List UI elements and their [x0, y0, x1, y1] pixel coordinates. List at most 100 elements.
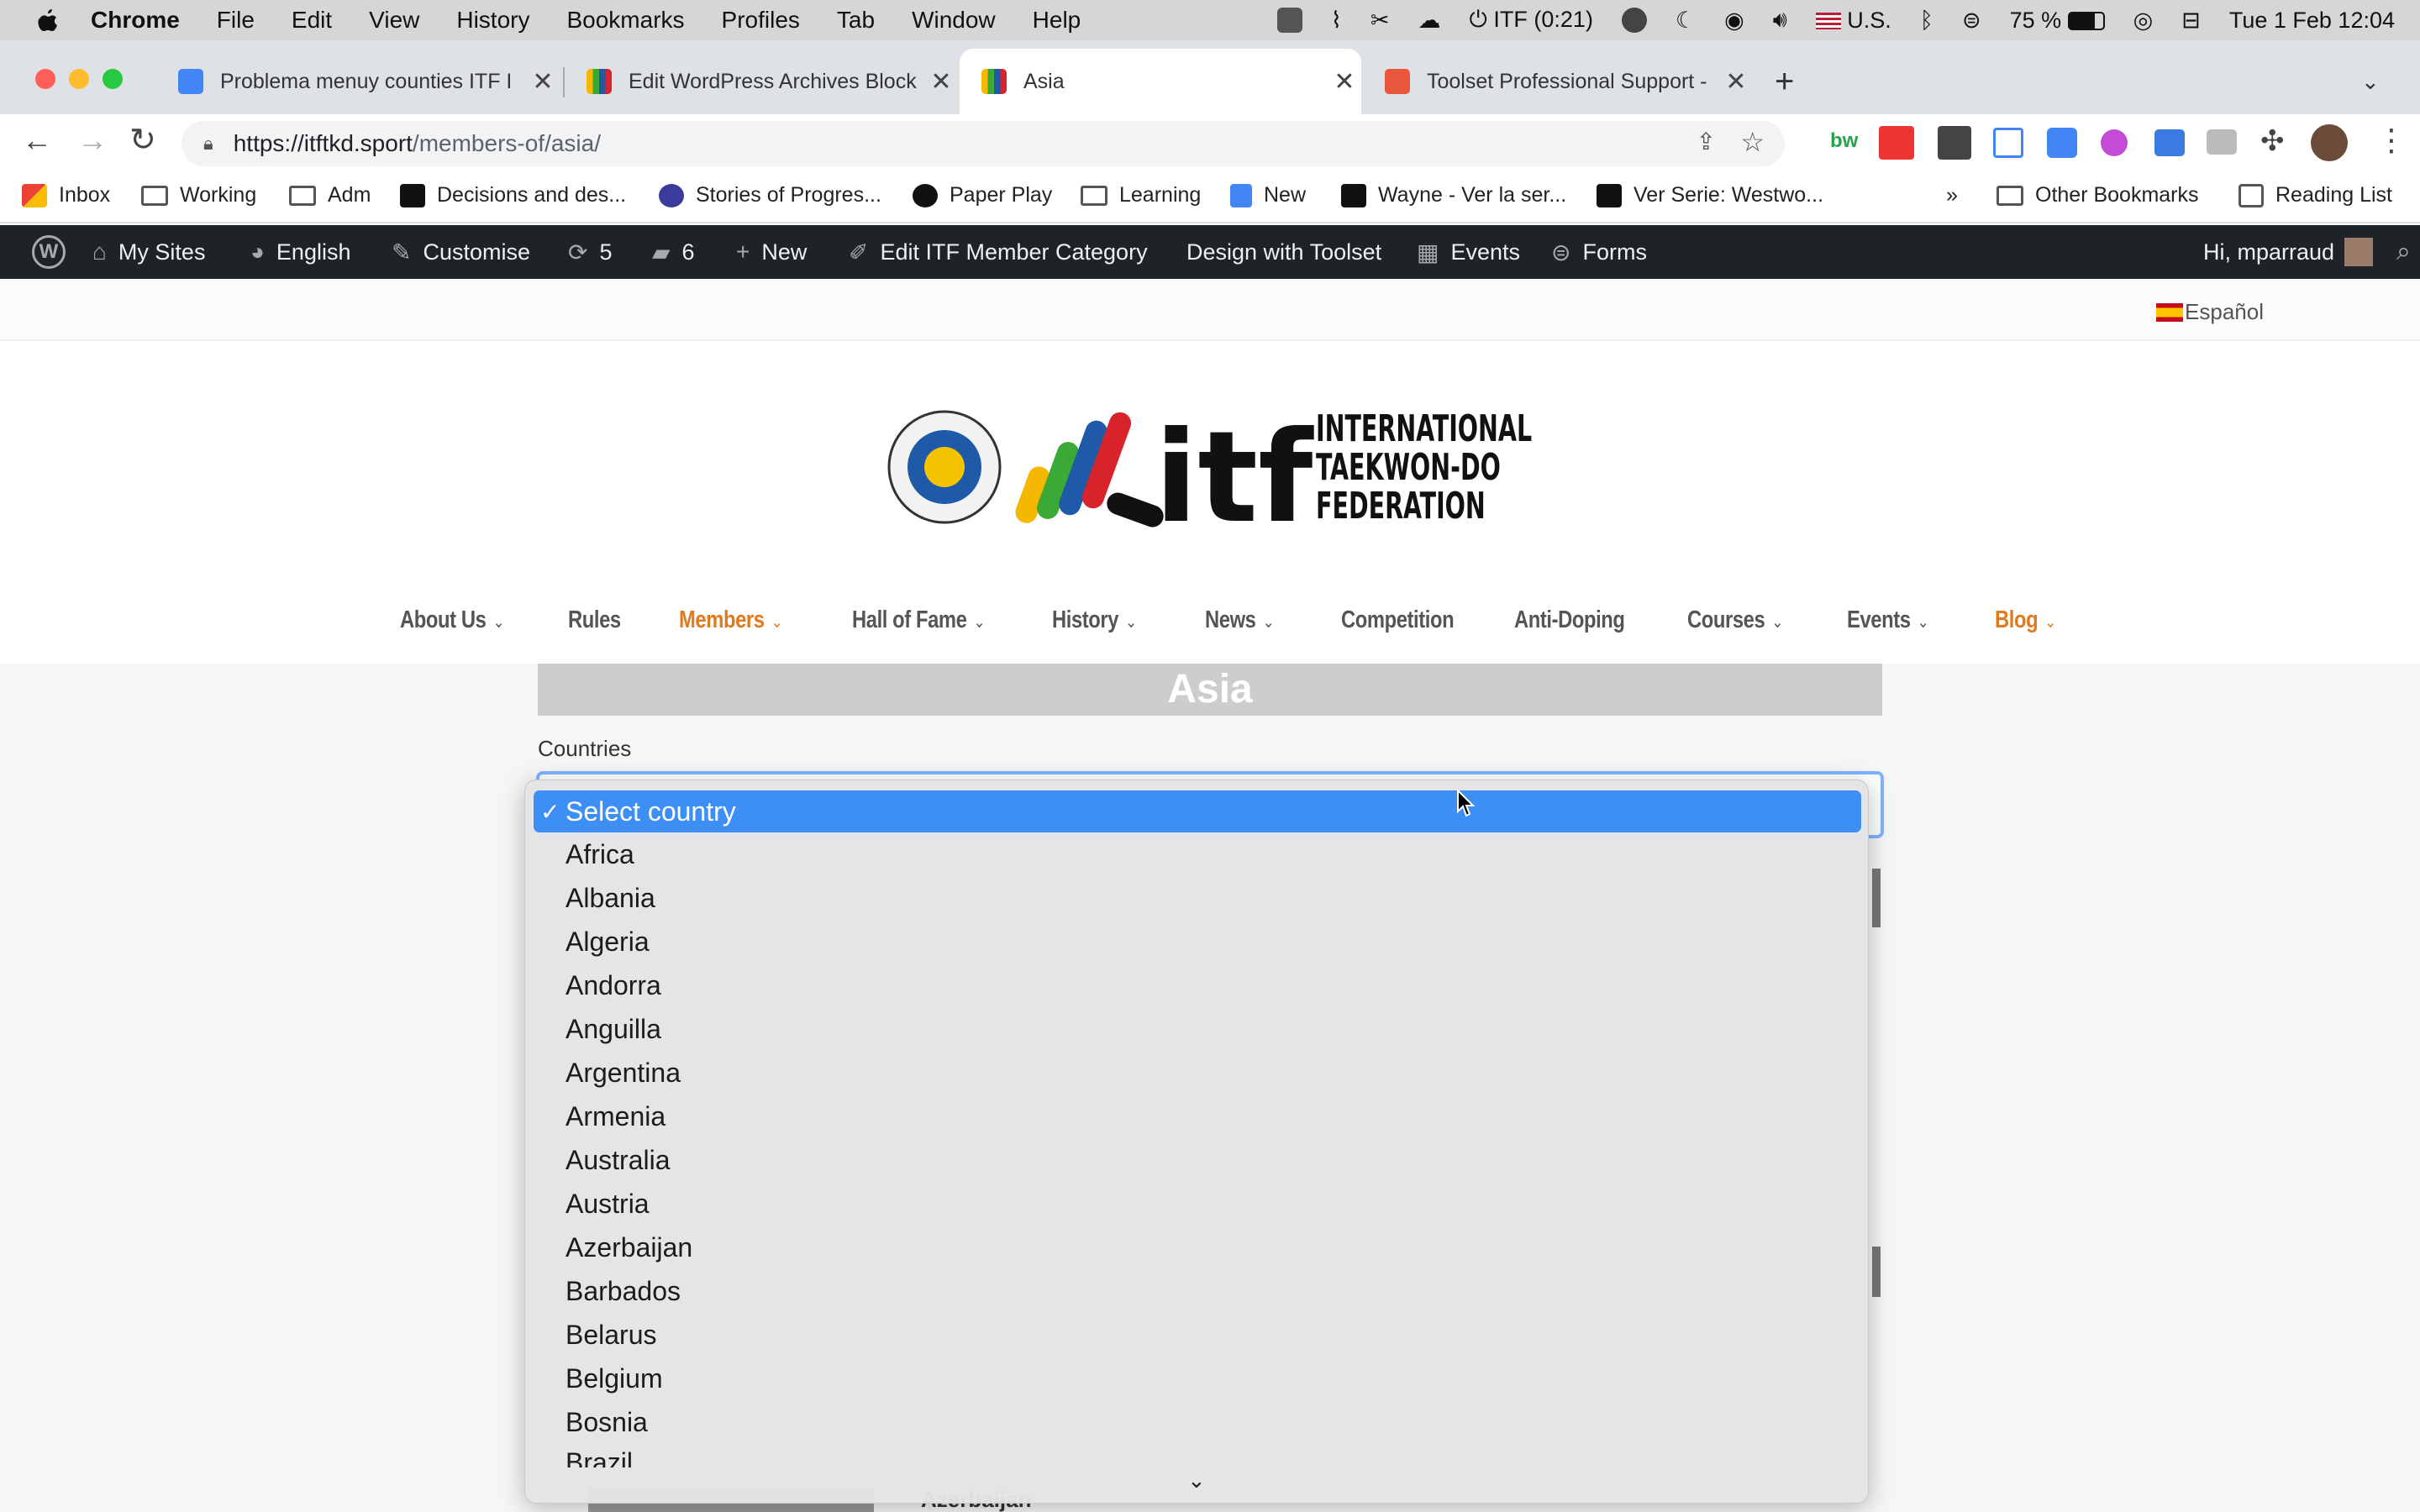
timer-status[interactable]: ⏻ ITF (0:21) [1470, 7, 1593, 34]
bookmark-new[interactable]: New [1230, 183, 1306, 207]
search-icon[interactable]: ⌕ [2396, 225, 2411, 279]
forward-arrow-icon[interactable]: → [77, 123, 108, 158]
clock[interactable]: Tue 1 Feb 12:04 [2229, 8, 2395, 34]
bw-extension-icon[interactable]: bw [1830, 129, 1858, 153]
bookmark-ver-serie[interactable]: Ver Serie: Westwo... [1597, 183, 1823, 207]
app-status-icon[interactable] [1621, 8, 1647, 33]
my-sites-menu[interactable]: ⌂ My Sites [92, 225, 205, 279]
calendar-extension-icon[interactable] [1993, 128, 2023, 158]
nav-hall-of-fame[interactable]: Hall of Fame ⌄ [852, 606, 985, 634]
nav-competition[interactable]: Competition [1341, 606, 1455, 634]
nav-members[interactable]: Members ⌄ [679, 606, 782, 634]
lock-icon[interactable]: 🔒︎ [203, 133, 213, 155]
option-andorra[interactable]: Andorra [566, 970, 661, 1001]
bookmark-stories[interactable]: Stories of Progres... [659, 183, 881, 207]
address-bar[interactable]: 🔒︎ https://itftkd.sport/members-of/asia/… [182, 121, 1785, 166]
bookmarks-overflow-button[interactable]: » [1946, 183, 1958, 207]
new-tab-button[interactable]: + [1775, 49, 1825, 114]
scissors-icon[interactable]: ✂ [1370, 8, 1390, 34]
menu-tab[interactable]: Tab [837, 7, 875, 34]
nav-courses[interactable]: Courses ⌄ [1687, 606, 1783, 634]
menu-profiles[interactable]: Profiles [722, 7, 800, 34]
reload-icon[interactable]: ↻ [129, 121, 156, 159]
languagetool-extension-icon[interactable] [1879, 126, 1914, 160]
option-armenia[interactable]: Armenia [566, 1101, 666, 1132]
tab-toolset-support[interactable]: Toolset Professional Support - ✕ [1363, 49, 1753, 114]
bookmark-decisions[interactable]: Decisions and des... [400, 183, 626, 207]
country-dropdown-list[interactable]: ✓ Select country Africa Albania Algeria … [524, 780, 1869, 1504]
camera-extension-icon[interactable] [2207, 129, 2237, 155]
bookmark-star-icon[interactable]: ☆ [1740, 126, 1765, 158]
minimize-window-button[interactable] [69, 69, 89, 89]
moon-icon[interactable]: ☾ [1676, 8, 1696, 34]
option-belgium[interactable]: Belgium [566, 1363, 663, 1394]
menu-window[interactable]: Window [912, 7, 996, 34]
new-content-menu[interactable]: + New [736, 225, 807, 279]
menu-edit[interactable]: Edit [292, 7, 332, 34]
edit-category-link[interactable]: ✐ Edit ITF Member Category [849, 225, 1148, 279]
close-tab-icon[interactable]: ✕ [526, 67, 560, 97]
option-select-country[interactable]: ✓ Select country [534, 790, 1861, 832]
menu-file[interactable]: File [217, 7, 255, 34]
nav-history[interactable]: History ⌄ [1052, 606, 1137, 634]
menu-bookmarks[interactable]: Bookmarks [566, 7, 684, 34]
bookmark-learning[interactable]: Learning [1081, 183, 1201, 207]
close-window-button[interactable] [35, 69, 55, 89]
bluetooth-icon[interactable]: ᛒ [1920, 8, 1933, 34]
extensions-puzzle-icon[interactable]: ✣ [2260, 124, 2285, 158]
control-center-icon[interactable]: ⊟ [2181, 8, 2201, 34]
input-source[interactable]: U.S. [1815, 8, 1891, 34]
timer-extension-icon[interactable] [2101, 129, 2128, 156]
paperclip-icon[interactable]: ⌇ [1331, 8, 1342, 34]
option-brazil[interactable]: Brazil [566, 1447, 633, 1467]
design-with-toolset-link[interactable]: Design with Toolset [1186, 225, 1381, 279]
site-logo[interactable]: itf INTERNATIONAL TAEKWON-DO FEDERATION [887, 405, 1532, 551]
option-algeria[interactable]: Algeria [566, 927, 650, 958]
tab-problema[interactable]: Problema menuy counties ITF I ✕ [156, 49, 560, 114]
tab-search-chevron-icon[interactable]: ⌄ [2361, 49, 2403, 114]
option-belarus[interactable]: Belarus [566, 1320, 657, 1351]
language-switcher[interactable]: Español [2156, 299, 2264, 325]
cloud-icon[interactable]: ☁ [1418, 8, 1441, 34]
option-azerbaijan[interactable]: Azerbaijan [566, 1232, 692, 1263]
forms-menu[interactable]: ⊜ Forms [1551, 225, 1647, 279]
zoom-window-button[interactable] [103, 69, 123, 89]
nav-blog[interactable]: Blog ⌄ [1995, 606, 2056, 634]
nav-anti-doping[interactable]: Anti-Doping [1514, 606, 1625, 634]
bookmark-working[interactable]: Working [141, 183, 256, 207]
menu-history[interactable]: History [456, 7, 529, 34]
scrollbar-thumb[interactable] [1872, 869, 1881, 927]
user-icon[interactable]: ◎ [2133, 8, 2154, 34]
option-anguilla[interactable]: Anguilla [566, 1014, 661, 1045]
menu-app-name[interactable]: Chrome [91, 7, 180, 34]
language-menu[interactable]: ◕ English [250, 225, 350, 279]
profile-avatar[interactable] [2311, 124, 2348, 161]
reading-list[interactable]: Reading List [2238, 183, 2392, 207]
option-australia[interactable]: Australia [566, 1145, 671, 1176]
drive-status-icon[interactable] [1276, 8, 1302, 33]
apple-icon[interactable] [37, 8, 59, 33]
close-tab-icon[interactable]: ✕ [1719, 67, 1753, 97]
volume-icon[interactable]: 🔊︎ [1773, 7, 1787, 34]
menu-view[interactable]: View [369, 7, 419, 34]
airdrop-icon[interactable]: ◉ [1724, 8, 1744, 34]
option-bosnia[interactable]: Bosnia [566, 1407, 648, 1438]
nav-about-us[interactable]: About Us ⌄ [400, 606, 504, 634]
option-barbados[interactable]: Barbados [566, 1276, 681, 1307]
bookmark-wayne[interactable]: Wayne - Ver la ser... [1341, 183, 1566, 207]
customise-link[interactable]: ✎ Customise [392, 225, 530, 279]
share-icon[interactable]: ⇪ [1697, 128, 1716, 155]
nav-news[interactable]: News ⌄ [1205, 606, 1274, 634]
tab-edit-wordpress[interactable]: Edit WordPress Archives Block ✕ [565, 49, 958, 114]
reader-extension-icon[interactable] [2154, 129, 2185, 156]
back-arrow-icon[interactable]: ← [22, 123, 52, 158]
nav-rules[interactable]: Rules [568, 606, 621, 634]
close-tab-icon[interactable]: ✕ [1328, 67, 1361, 97]
updates-link[interactable]: ⟳ 5 [568, 225, 613, 279]
scrollbar-thumb[interactable] [1872, 1247, 1881, 1297]
translate-extension-icon[interactable] [2047, 128, 2077, 158]
s-extension-icon[interactable] [1938, 126, 1971, 160]
scroll-down-chevron-icon[interactable]: ⌄ [1187, 1467, 1206, 1494]
battery-status[interactable]: 75 % [2010, 8, 2105, 34]
menu-help[interactable]: Help [1033, 7, 1081, 34]
